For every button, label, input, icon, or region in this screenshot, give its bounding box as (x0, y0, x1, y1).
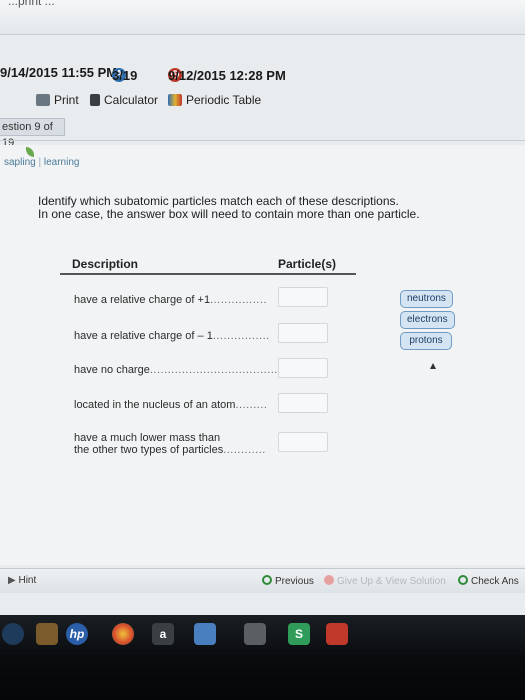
give-up-label: Give Up & View Solution (337, 576, 446, 587)
column-particles-header: Particle(s) (278, 257, 337, 271)
question-controls: ▶ Hint Previous Give Up & View Solution … (0, 568, 525, 593)
calculator-label: Calculator (104, 93, 159, 107)
calculator-button[interactable]: Calculator (90, 93, 158, 107)
periodic-table-icon (168, 94, 182, 106)
check-answer-button[interactable]: Check Ans (458, 575, 519, 587)
print-button[interactable]: Print (36, 93, 79, 107)
choice-protons[interactable]: protons (400, 332, 452, 350)
description-text: located in the nucleus of an atom (74, 399, 236, 411)
description-row: have a relative charge of – 1...........… (74, 330, 270, 342)
periodic-table-label: Periodic Table (186, 93, 262, 107)
check-icon (458, 575, 468, 585)
store-icon[interactable] (244, 623, 266, 645)
play-icon: ▶ (8, 575, 16, 586)
header-underline (60, 273, 356, 275)
description-row: have a much lower mass than the other tw… (74, 432, 266, 456)
description-text: have no charge (74, 364, 150, 376)
question-prompt: Identify which subatomic particles match… (38, 195, 498, 221)
toolbar: Print Calculator Periodic Table (0, 90, 525, 112)
os-taskbar: hp a S (0, 615, 525, 700)
description-text: have a relative charge of +1 (74, 294, 211, 306)
description-text: have a much lower mass than (74, 432, 221, 444)
start-button-icon[interactable] (2, 623, 24, 645)
question-number: estion 9 of 19 (0, 118, 65, 149)
column-description-header: Description (72, 257, 139, 271)
answer-box-5[interactable] (278, 432, 328, 452)
answer-box-4[interactable] (278, 393, 328, 413)
description-text: have a relative charge of – 1 (74, 330, 213, 342)
hint-button[interactable]: ▶ Hint (8, 575, 36, 586)
leaf-icon (26, 147, 34, 157)
description-row: located in the nucleus of an atom.......… (74, 399, 267, 411)
leader-dots: ......... (235, 399, 268, 411)
hint-label: Hint (18, 575, 37, 586)
app-icon[interactable] (36, 623, 58, 645)
assignment-info-row: 9/14/2015 11:55 PM A 3/19 ◷ 9/12/2015 12… (0, 62, 525, 84)
score-value: 3/19 (112, 68, 138, 83)
skype-icon[interactable]: S (288, 623, 310, 645)
previous-button[interactable]: Previous (262, 575, 314, 587)
start-time: 9/14/2015 11:55 PM (0, 65, 118, 80)
previous-icon (262, 575, 272, 585)
office-icon[interactable] (326, 623, 348, 645)
cut-title: ...print ... (8, 0, 55, 8)
description-text-line2: the other two types of particles (74, 444, 224, 456)
hp-icon[interactable]: hp (66, 623, 88, 645)
answer-box-3[interactable] (278, 358, 328, 378)
chrome-icon[interactable] (112, 623, 134, 645)
printer-icon (36, 94, 50, 106)
sapling-logo: sapling | learning (4, 147, 80, 168)
logo-text-a: sapling (4, 157, 36, 168)
give-up-icon (324, 575, 334, 585)
check-label: Check Ans (471, 576, 519, 587)
print-label: Print (54, 93, 79, 107)
question-panel: sapling | learning Identify which subato… (0, 145, 525, 565)
mouse-cursor-icon (430, 363, 436, 369)
leader-dots: ............ (223, 444, 266, 456)
leader-dots: ................ (210, 294, 267, 306)
answer-box-2[interactable] (278, 323, 328, 343)
leader-dots: ................ (212, 330, 270, 342)
give-up-button[interactable]: Give Up & View Solution (324, 575, 446, 587)
amazon-icon[interactable]: a (152, 623, 174, 645)
cloud-icon[interactable] (194, 623, 216, 645)
calculator-icon (90, 94, 100, 106)
logo-text-b: learning (43, 157, 80, 168)
answer-box-1[interactable] (278, 287, 328, 307)
periodic-table-button[interactable]: Periodic Table (168, 93, 261, 107)
previous-label: Previous (275, 576, 314, 587)
description-row: have a relative charge of +1............… (74, 294, 267, 306)
browser-top-strip: ...print ... (0, 0, 525, 35)
choice-electrons[interactable]: electrons (400, 311, 455, 329)
choice-neutrons[interactable]: neutrons (400, 290, 453, 308)
prompt-line-2: In one case, the answer box will need to… (38, 207, 420, 221)
due-time: 9/12/2015 12:28 PM (168, 68, 286, 83)
divider (0, 140, 525, 141)
